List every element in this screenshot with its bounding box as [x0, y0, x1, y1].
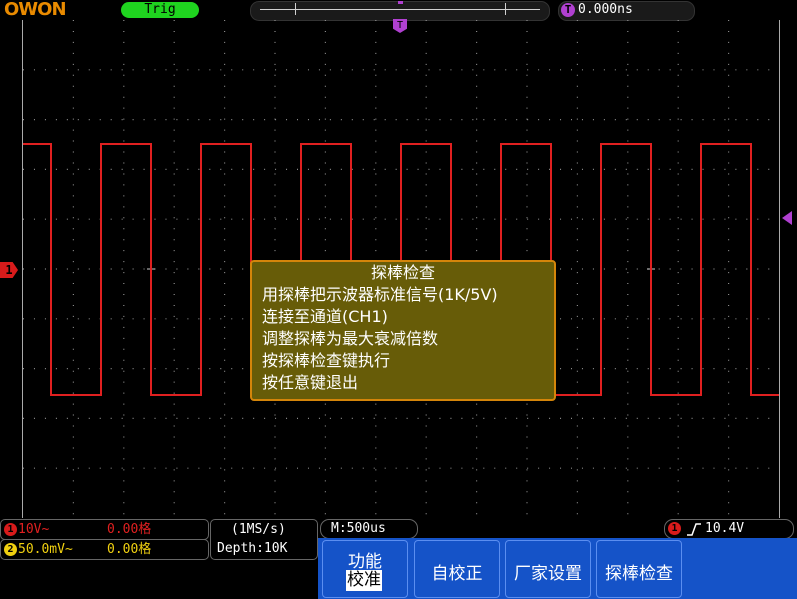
dialog-line-3: 调整探棒为最大衰减倍数 — [262, 329, 439, 348]
ch2-status[interactable]: 2 50.0mV~ 0.00格 — [0, 539, 209, 560]
trigger-position-marker — [398, 1, 403, 4]
dialog-line-2: 连接至通道(CH1) — [262, 307, 388, 326]
probe-check-button[interactable]: 探棒检查 — [596, 540, 682, 598]
dialog-line-1: 用探棒把示波器标准信号(1K/5V) — [262, 285, 498, 304]
dialog-line-5: 按任意键退出 — [262, 373, 359, 392]
factory-settings-label: 厂家设置 — [514, 564, 582, 584]
timebase-value: M:500us — [331, 521, 386, 536]
factory-settings-button[interactable]: 厂家设置 — [505, 540, 591, 598]
window-left-bracket — [295, 3, 296, 15]
dialog-line-4: 按探棒检查键执行 — [262, 351, 391, 370]
trigger-source-icon: 1 — [668, 522, 681, 535]
memory-position-line — [260, 9, 540, 10]
acquisition-status: (1MS/s) Depth:10K — [210, 519, 318, 560]
function-select-button[interactable]: 功能 校准 — [322, 540, 408, 598]
function-value: 校准 — [346, 570, 382, 591]
memory-depth: Depth:10K — [217, 541, 288, 556]
ch1-icon: 1 — [4, 523, 17, 536]
ch2-icon: 2 — [4, 543, 17, 556]
ch1-offset: 0.00格 — [107, 522, 152, 537]
trigger-status-badge: Trig — [121, 2, 199, 18]
trigger-status[interactable]: 1 10.4V — [664, 519, 794, 539]
probe-check-dialog: 探棒检查 用探棒把示波器标准信号(1K/5V) 连接至通道(CH1) 调整探棒为… — [250, 260, 556, 401]
sample-rate: (1MS/s) — [231, 522, 286, 537]
ch2-scale: 50.0mV~ — [18, 542, 73, 557]
trigger-time-icon: T — [561, 3, 575, 17]
auto-calibrate-button[interactable]: 自校正 — [414, 540, 500, 598]
timebase-status[interactable]: M:500us — [320, 519, 418, 539]
dialog-title: 探棒检查 — [370, 263, 435, 282]
function-label: 功能 — [348, 552, 382, 572]
owon-logo: OWON — [4, 0, 67, 20]
trigger-time-value: 0.000ns — [578, 2, 633, 17]
rising-edge-icon — [687, 523, 701, 536]
ch1-level-marker: 1 — [0, 262, 18, 278]
trigger-level-value: 10.4V — [705, 521, 745, 536]
auto-calibrate-label: 自校正 — [431, 564, 483, 584]
ch1-scale: 10V~ — [18, 522, 50, 537]
probe-check-label: 探棒检查 — [605, 564, 673, 584]
trigger-level-marker — [782, 211, 792, 225]
ch1-status[interactable]: 1 10V~ 0.00格 — [0, 519, 209, 540]
window-right-bracket — [505, 3, 506, 15]
ch2-offset: 0.00格 — [107, 542, 152, 557]
